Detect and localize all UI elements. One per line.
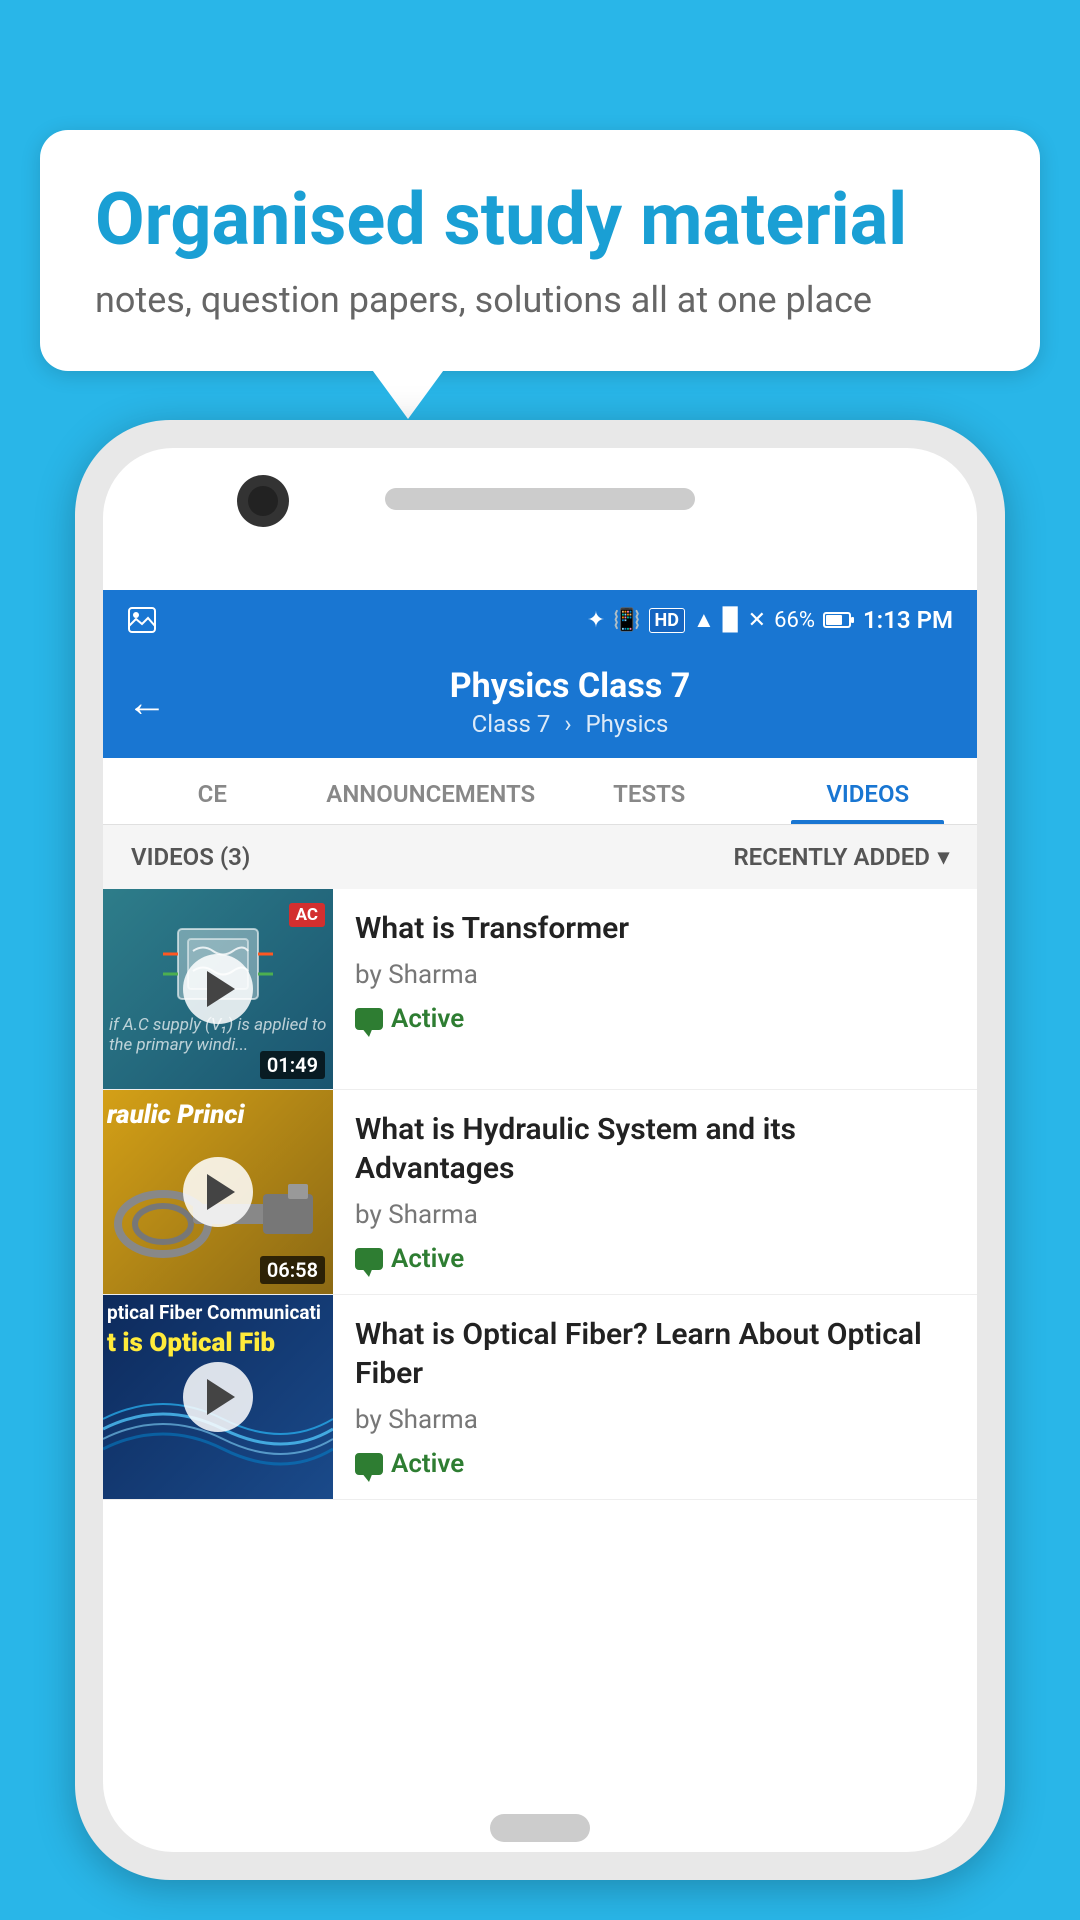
thumb-text-hydraulic: raulic Princi [107, 1100, 329, 1130]
status-right: ✦ 📳 HD ▲ ▉ ✕ 66% [587, 606, 953, 634]
filter-bar: VIDEOS (3) RECENTLY ADDED ▾ [103, 825, 977, 889]
video-list: if A.C supply (V₁) is applied to the pri… [103, 889, 977, 1500]
video-info-2: What is Hydraulic System and its Advanta… [333, 1090, 977, 1294]
video-duration-1: 01:49 [260, 1051, 325, 1079]
video-count: VIDEOS (3) [131, 843, 250, 871]
video-title-2: What is Hydraulic System and its Advanta… [355, 1110, 955, 1188]
thumb-badge-1: AC [289, 903, 325, 927]
tab-tests[interactable]: TESTS [540, 758, 759, 824]
vibrate-icon: 📳 [613, 608, 640, 633]
phone-home-button[interactable] [490, 1814, 590, 1842]
active-badge-1: Active [355, 1004, 955, 1034]
tabs-bar: CE ANNOUNCEMENTS TESTS VIDEOS [103, 758, 977, 825]
phone-wrapper: ✦ 📳 HD ▲ ▉ ✕ 66% [75, 420, 1005, 1880]
status-bar: ✦ 📳 HD ▲ ▉ ✕ 66% [103, 590, 977, 650]
play-triangle-1 [207, 971, 235, 1007]
play-button-3[interactable] [183, 1362, 253, 1432]
tab-ce[interactable]: CE [103, 758, 322, 824]
chat-icon-3 [355, 1453, 383, 1475]
phone-screen: ✦ 📳 HD ▲ ▉ ✕ 66% [103, 448, 977, 1852]
battery-icon [823, 611, 855, 629]
bluetooth-icon: ✦ [587, 608, 605, 633]
video-duration-2: 06:58 [260, 1256, 325, 1284]
status-time: 1:13 PM [863, 606, 953, 634]
video-info-1: What is Transformer by Sharma Active [333, 889, 977, 1089]
breadcrumb-class: Class 7 [472, 710, 551, 738]
battery-percentage: 66% [774, 608, 815, 633]
breadcrumb-subject: Physics [585, 710, 668, 738]
hd-badge: HD [649, 608, 685, 633]
status-left [127, 606, 157, 634]
video-item-2[interactable]: raulic Princi [103, 1090, 977, 1295]
video-author-2: by Sharma [355, 1200, 955, 1230]
video-author-1: by Sharma [355, 960, 955, 990]
active-badge-2: Active [355, 1244, 955, 1274]
top-bar: ← Physics Class 7 Class 7 › Physics [103, 650, 977, 758]
chevron-down-icon: ▾ [938, 845, 949, 870]
video-title-3: What is Optical Fiber? Learn About Optic… [355, 1315, 955, 1393]
image-icon [127, 606, 157, 634]
breadcrumb: Class 7 › Physics [187, 710, 953, 738]
speech-bubble: Organised study material notes, question… [40, 130, 1040, 371]
signal-icon: ▉ [723, 608, 740, 633]
phone-speaker [385, 488, 695, 510]
thumb-text-optical-top: ptical Fiber Communicati t is Optical Fi… [107, 1301, 329, 1358]
video-thumb-2: raulic Princi [103, 1090, 333, 1294]
phone-camera [237, 475, 289, 527]
play-triangle-2 [207, 1174, 235, 1210]
video-item-3[interactable]: ptical Fiber Communicati t is Optical Fi… [103, 1295, 977, 1500]
back-button[interactable]: ← [127, 679, 167, 726]
tab-videos[interactable]: VIDEOS [759, 758, 978, 824]
chat-icon-1 [355, 1008, 383, 1030]
tab-announcements[interactable]: ANNOUNCEMENTS [322, 758, 541, 824]
chat-icon-2 [355, 1248, 383, 1270]
wifi-icon: ▲ [693, 607, 715, 633]
sort-button[interactable]: RECENTLY ADDED ▾ [733, 843, 949, 871]
video-author-3: by Sharma [355, 1405, 955, 1435]
video-info-3: What is Optical Fiber? Learn About Optic… [333, 1295, 977, 1499]
phone-outer: ✦ 📳 HD ▲ ▉ ✕ 66% [75, 420, 1005, 1880]
video-thumb-3: ptical Fiber Communicati t is Optical Fi… [103, 1295, 333, 1499]
active-badge-3: Active [355, 1449, 955, 1479]
play-triangle-3 [207, 1379, 235, 1415]
speech-bubble-subtitle: notes, question papers, solutions all at… [95, 279, 985, 321]
video-item-1[interactable]: if A.C supply (V₁) is applied to the pri… [103, 889, 977, 1090]
play-button-2[interactable] [183, 1157, 253, 1227]
play-button-1[interactable] [183, 954, 253, 1024]
title-wrap: Physics Class 7 Class 7 › Physics [187, 666, 953, 738]
speech-bubble-title: Organised study material [95, 180, 985, 259]
screen-content: ✦ 📳 HD ▲ ▉ ✕ 66% [103, 590, 977, 1762]
video-thumb-1: if A.C supply (V₁) is applied to the pri… [103, 889, 333, 1089]
page-title: Physics Class 7 [187, 666, 953, 706]
x-icon: ✕ [748, 608, 766, 633]
video-title-1: What is Transformer [355, 909, 955, 948]
